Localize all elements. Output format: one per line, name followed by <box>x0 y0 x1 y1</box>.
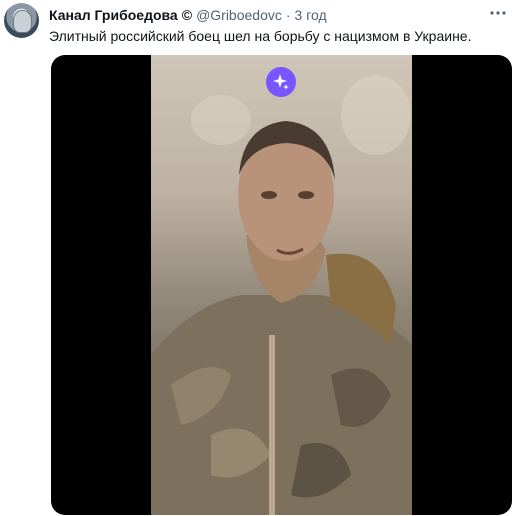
video-media[interactable] <box>51 55 512 515</box>
soldier-figure <box>151 121 412 515</box>
media-badge[interactable] <box>266 67 296 97</box>
author-name[interactable]: Канал Грибоедова <box>49 7 178 23</box>
tweet-text: Элитный российский боец шел на борьбу с … <box>49 28 472 44</box>
copyright-mark: © <box>181 7 193 23</box>
more-dots-icon <box>490 11 506 15</box>
avatar[interactable] <box>4 3 39 38</box>
separator-dot: · <box>285 7 291 23</box>
sparkle-icon <box>273 74 289 90</box>
tweet-header: Канал Грибоедова © @Griboedovc · 3 год <box>49 5 487 25</box>
video-frame <box>151 55 412 515</box>
more-button[interactable] <box>489 6 507 20</box>
author-handle[interactable]: @Griboedovc <box>196 7 282 23</box>
tweet-time[interactable]: 3 год <box>295 7 327 23</box>
avatar-figure <box>13 10 32 33</box>
